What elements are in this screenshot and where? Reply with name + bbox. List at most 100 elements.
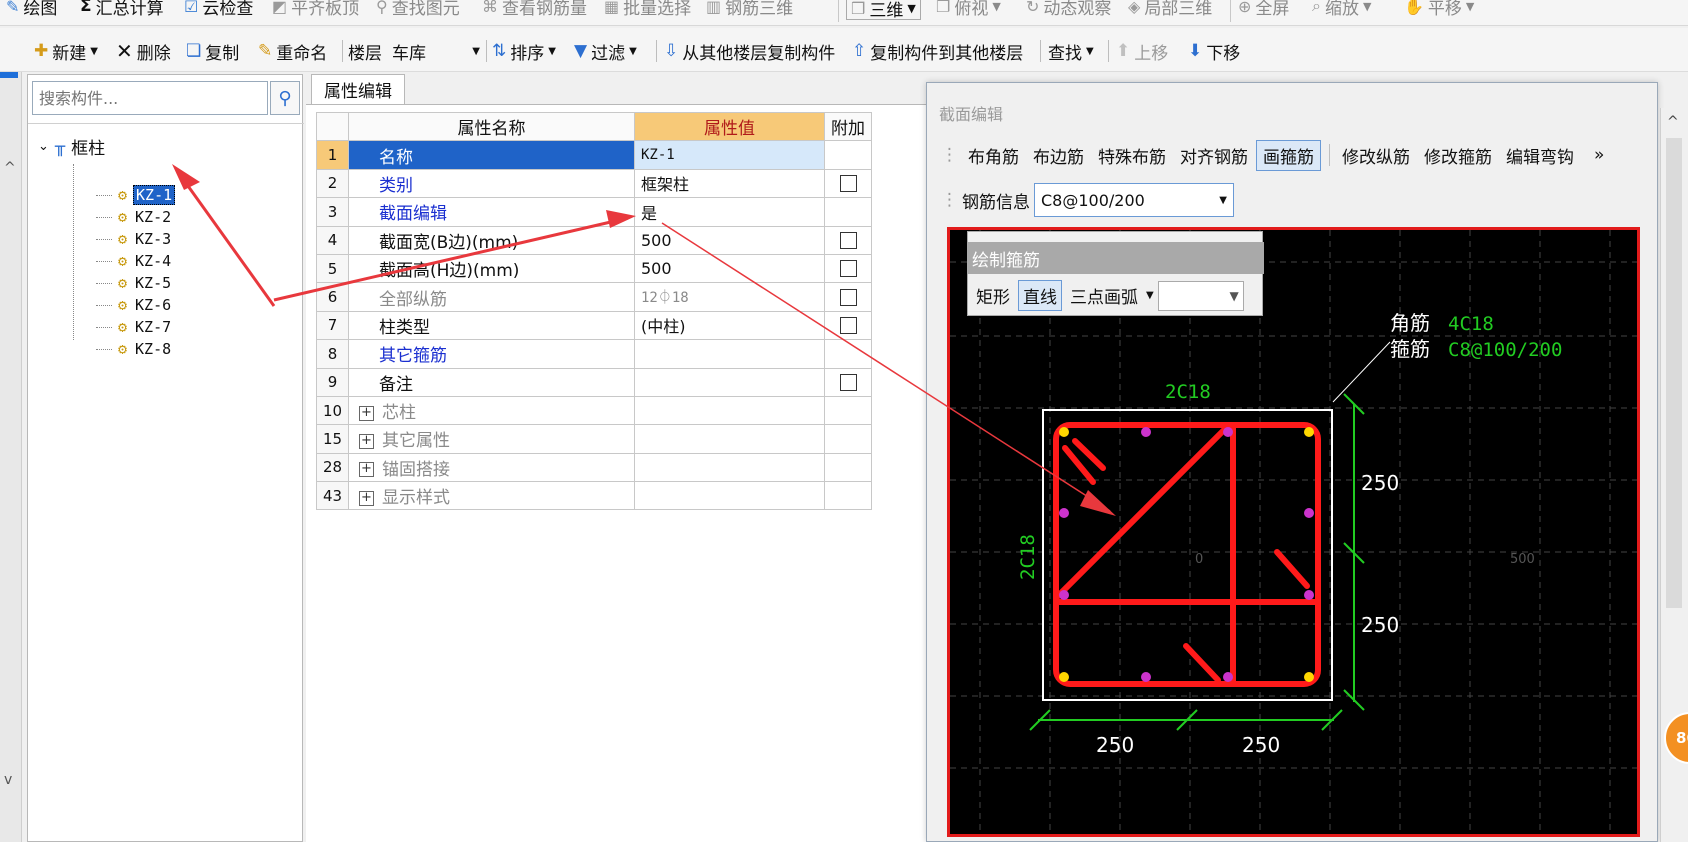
property-value[interactable]: 是 [634,197,825,227]
rebar-info-select[interactable]: C8@100/200 ▼ [1034,183,1234,217]
property-value[interactable] [634,367,825,397]
tree-item[interactable]: ⚙ KZ-6 [96,294,173,316]
chevron-down-icon[interactable]: ⌄ [38,139,49,154]
expand-plus-icon[interactable]: + [359,490,374,506]
search-input[interactable] [32,81,268,115]
property-name[interactable]: 柱类型 [348,310,635,341]
three-point-arc-button[interactable]: 三点画弧 [1066,281,1142,310]
tree-item[interactable]: ⚙ KZ-2 [96,206,173,228]
table-row[interactable]: 28 + 锚固搭接 [316,452,872,483]
view-3d-dropdown[interactable]: ❒ 三维 ▼ [846,0,921,21]
property-name[interactable]: 其它箍筋 [348,339,635,369]
table-row[interactable]: 1 名称 KZ-1 [316,140,872,170]
special-bars-button[interactable]: 特殊布筋 [1092,141,1172,170]
table-row[interactable]: 8 其它箍筋 [316,339,872,369]
property-group[interactable]: + 其它属性 [348,424,635,454]
tab-property-edit[interactable]: 属性编辑 [311,74,405,104]
table-row[interactable]: 9 备注 [316,367,872,397]
more-tools-icon[interactable]: » [1588,143,1610,167]
move-down-button[interactable]: ⬇ 下移 [1188,39,1240,64]
chevron-down-icon[interactable]: ▼ [1146,290,1154,301]
table-row[interactable]: 6 全部纵筋 12⏀18 [316,282,872,312]
edit-stirrup-button[interactable]: 修改箍筋 [1418,141,1498,170]
table-row[interactable]: 7 柱类型 (中柱) [316,310,872,341]
view-rebar-tool[interactable]: ⌘ 查看钢筋量 [482,0,587,20]
extra-checkbox[interactable] [839,316,857,334]
place-edge-bars-button[interactable]: 布边筋 [1027,141,1090,170]
property-name[interactable]: 类别 [348,168,635,199]
property-name[interactable]: 备注 [348,367,635,397]
rebar-3d-tool[interactable]: ▥ 钢筋三维 [706,0,793,20]
property-name[interactable]: 截面编辑 [348,197,635,227]
move-up-button[interactable]: ⬆ 上移 [1116,39,1168,64]
property-name[interactable]: 全部纵筋 [348,282,635,312]
pan-dropdown[interactable]: ✋ 平移 ▼ [1404,0,1474,20]
property-group[interactable]: + 锚固搭接 [348,452,635,483]
scroll-up-icon[interactable]: ^ [4,160,16,176]
property-value[interactable]: 框架柱 [634,168,825,199]
table-row[interactable]: 4 截面宽(B边)(mm) 500 [316,225,872,255]
draw-stirrup-button[interactable]: 画箍筋 [1256,139,1321,171]
property-name[interactable]: 截面高(H边)(mm) [348,253,635,284]
edit-hook-button[interactable]: 编辑弯钩 [1500,141,1580,170]
expand-plus-icon[interactable]: + [359,405,374,421]
property-group[interactable]: + 芯柱 [348,395,635,426]
line-button[interactable]: 直线 [1018,280,1062,311]
flush-slab-tool[interactable]: ◩ 平齐板顶 [272,0,359,20]
table-row[interactable]: 10 + 芯柱 [316,395,872,426]
top-view-dropdown[interactable]: ❐ 俯视 ▼ [936,0,1001,20]
search-icon[interactable]: ⚲ [270,81,300,115]
extra-checkbox[interactable] [839,373,857,391]
edit-long-bars-button[interactable]: 修改纵筋 [1336,141,1416,170]
tree-item[interactable]: ⚙ KZ-1 [96,184,176,206]
property-value[interactable]: KZ-1 [634,140,825,170]
cloud-check-tool[interactable]: ☑ 云检查 [184,0,253,20]
scroll-thumb[interactable] [1666,138,1682,608]
summary-calc-tool[interactable]: Σ 汇总计算 [80,0,164,20]
section-canvas[interactable]: 0 500 2C18 2C18 250 250 250 250 角筋 4C18 … [947,227,1640,837]
find-element-tool[interactable]: ⚲ 查找图元 [376,0,460,20]
tree-item[interactable]: ⚙ KZ-7 [96,316,173,338]
property-group[interactable]: + 显示样式 [348,481,635,511]
place-corner-bars-button[interactable]: 布角筋 [962,141,1025,170]
extra-checkbox[interactable] [839,288,857,306]
find-button[interactable]: 查找 ▼ [1048,39,1094,64]
tree-item[interactable]: ⚙ KZ-5 [96,272,173,294]
batch-select-tool[interactable]: ▦ 批量选择 [604,0,691,20]
property-name[interactable]: 名称 [348,140,635,170]
fullscreen-tool[interactable]: ⊕ 全屏 [1238,0,1289,20]
scroll-up-icon[interactable]: ^ [1667,114,1679,130]
tree-item[interactable]: ⚙ KZ-3 [96,228,173,250]
extra-checkbox[interactable] [839,260,857,278]
filter-button[interactable]: ▼ 过滤 ▼ [574,39,637,64]
property-value[interactable]: 500 [634,225,825,255]
local-3d-tool[interactable]: ◈ 局部三维 [1128,0,1212,20]
delete-button[interactable]: ✕ 删除 [116,39,171,64]
property-value[interactable]: 12⏀18 [634,282,825,312]
new-button[interactable]: ✚ 新建 ▼ [34,39,98,64]
extra-checkbox[interactable] [839,174,857,192]
orbit-tool[interactable]: ↻ 动态观察 [1026,0,1111,20]
rename-button[interactable]: ✎ 重命名 [258,39,327,64]
zoom-dropdown[interactable]: ⌕ 缩放 ▼ [1312,0,1371,20]
section-drawing[interactable]: 0 500 2C18 2C18 250 250 250 250 角筋 4C18 … [950,230,1637,834]
sort-button[interactable]: ⇅ 排序 ▼ [492,39,556,64]
property-value[interactable]: (中柱) [634,310,825,341]
tree-item[interactable]: ⚙ KZ-8 [96,338,173,360]
arc-option-select[interactable]: ▼ [1157,280,1244,311]
property-value[interactable]: 500 [634,253,825,284]
copy-from-floor-button[interactable]: ⇩ 从其他楼层复制构件 [664,39,835,64]
property-name[interactable]: 截面宽(B边)(mm) [348,225,635,255]
scroll-down-icon[interactable]: v [4,772,12,788]
tree-root-frame-column[interactable]: ⌄ ╥ 框柱 [38,134,105,160]
copy-to-floor-button[interactable]: ⇧ 复制构件到其他楼层 [852,39,1023,64]
table-row[interactable]: 3 截面编辑 是 [316,197,872,227]
expand-plus-icon[interactable]: + [359,433,374,449]
table-row[interactable]: 2 类别 框架柱 [316,168,872,199]
table-row[interactable]: 15 + 其它属性 [316,424,872,454]
property-value[interactable] [634,339,825,369]
table-row[interactable]: 5 截面高(H边)(mm) 500 [316,253,872,284]
copy-button[interactable]: ❏ 复制 [186,39,239,64]
table-row[interactable]: 43 + 显示样式 [316,481,872,511]
rectangle-button[interactable]: 矩形 [972,281,1014,310]
